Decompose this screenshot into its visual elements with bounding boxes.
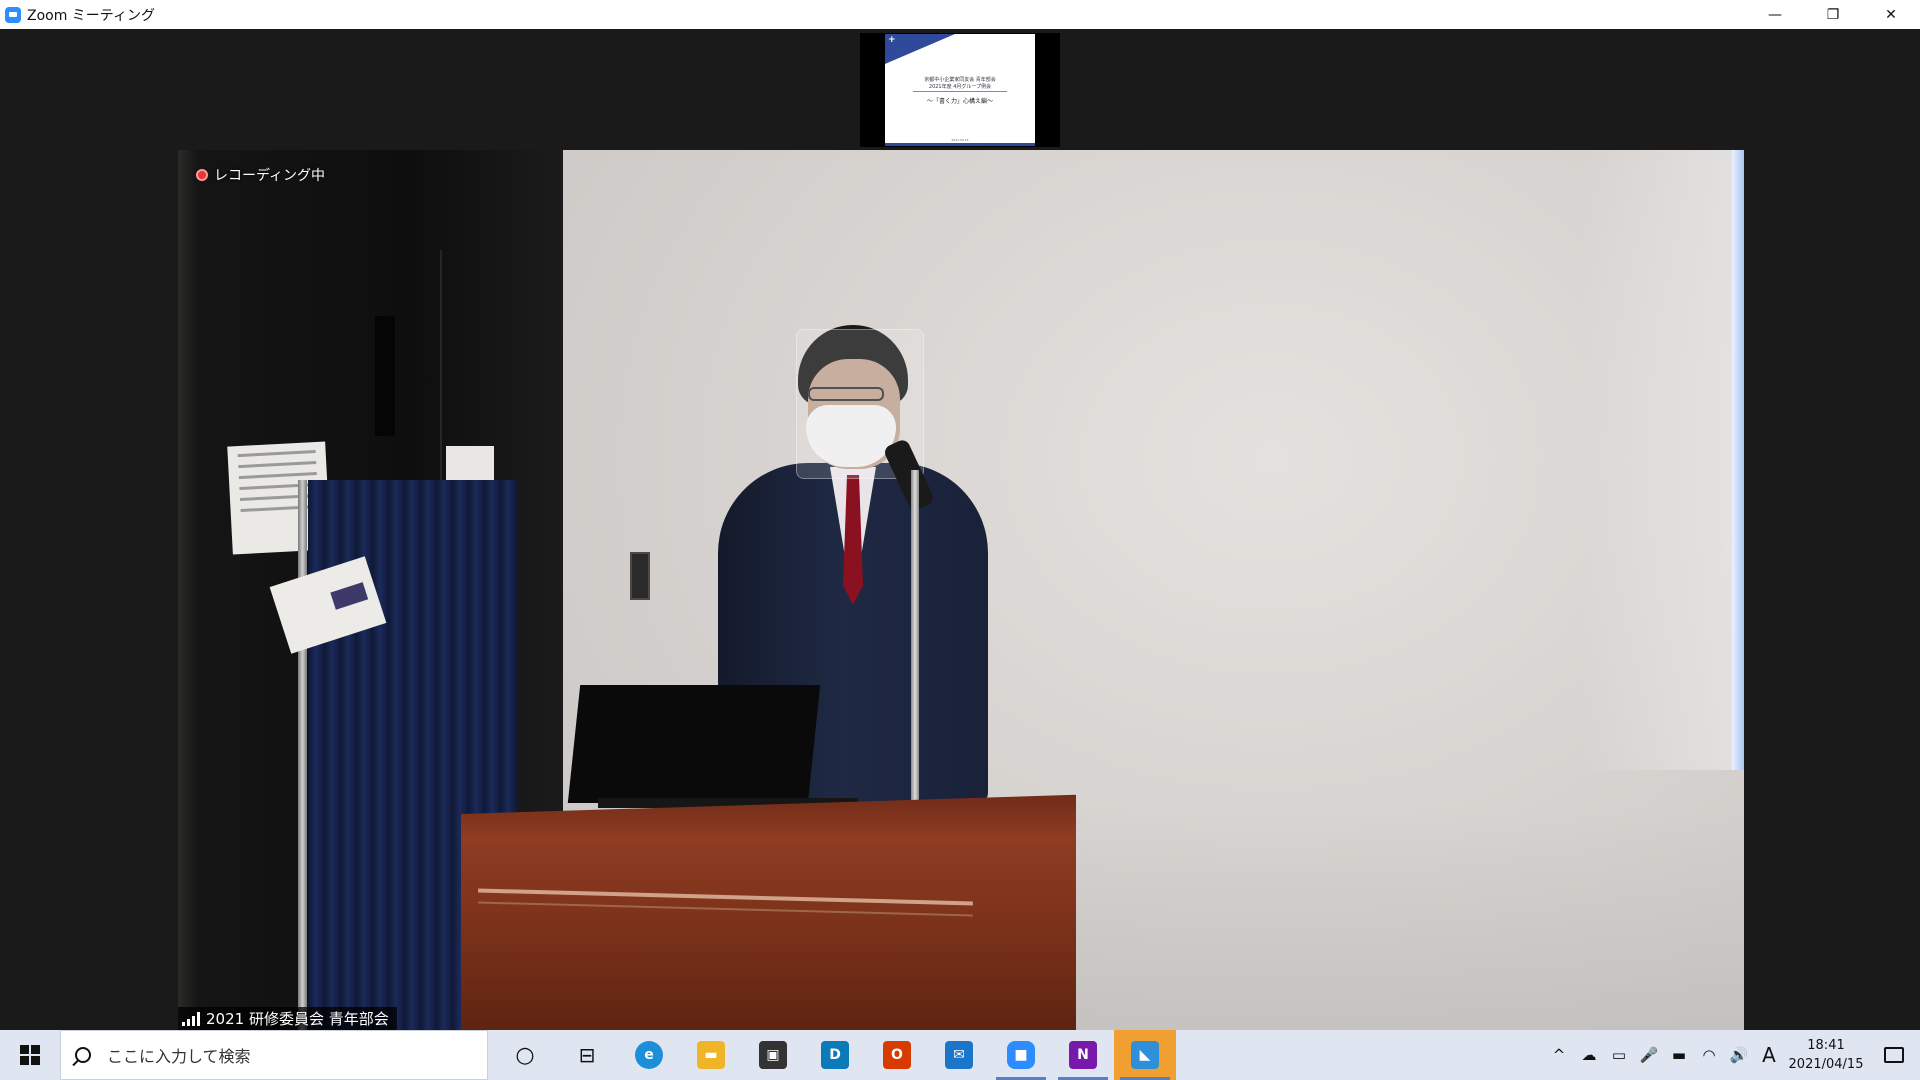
recording-label: レコーディング中 [214,168,326,184]
dell-icon: D [821,1041,849,1069]
edge-button[interactable]: e [618,1030,680,1080]
store-icon: ▣ [759,1041,787,1069]
signal-strength-icon [182,1011,200,1026]
slide-org-line: 京都中小企業家同友会 青年部会 [924,77,996,83]
plus-icon: + [888,35,896,45]
onedrive-icon[interactable]: ☁ [1574,1030,1604,1080]
office-button[interactable]: O [866,1030,928,1080]
active-speaker-video[interactable]: レコーディング中 2021 研修委員会 青年部会 [178,150,1744,1030]
mic-stand [911,470,919,850]
notification-icon [1884,1047,1904,1063]
zoom-icon: ■ [1007,1041,1035,1069]
ime-icon[interactable]: A [1754,1030,1784,1080]
laptop [567,685,821,803]
battery-icon[interactable]: ▬ [1664,1030,1694,1080]
recording-indicator[interactable]: レコーディング中 [196,165,325,185]
slide-preview: + 京都中小企業家同友会 青年部会 2021年度 4月グループ例会 〜「書く力」… [885,34,1035,146]
volume-icon[interactable]: 🔊 [1724,1030,1754,1080]
file-explorer-button[interactable]: ▬ [680,1030,742,1080]
minimize-button[interactable]: — [1746,0,1804,29]
edge-icon: e [635,1041,663,1069]
slide-bottom-bar [885,143,1035,146]
chevron-up-icon[interactable]: ^ [1544,1030,1574,1080]
onenote-icon: N [1069,1041,1097,1069]
close-button[interactable]: ✕ [1862,0,1920,29]
door-handle [375,316,395,436]
restore-button[interactable]: ❐ [1804,0,1862,29]
clock[interactable]: 18:41 2021/04/15 [1784,1036,1868,1074]
task-view-icon: ⊟ [578,1043,596,1067]
slide-date: 2021.04.15 [951,138,969,142]
clock-time: 18:41 [1807,1038,1845,1053]
dell-button[interactable]: D [804,1030,866,1080]
file-explorer-icon: ▬ [697,1041,725,1069]
office-icon: O [883,1041,911,1069]
slide-event-line: 2021年度 4月グループ例会 [928,84,992,90]
cortana-button[interactable]: ○ [494,1030,556,1080]
windows-taskbar: ここに入力して検索 ○ ⊟ e ▬ ▣ D O ✉ ■ N ◣ ^ ☁ ▭ 🎤 … [0,1030,1920,1080]
onenote-button[interactable]: N [1052,1030,1114,1080]
window-controls: — ❐ ✕ [1746,0,1920,29]
system-tray: ^ ☁ ▭ 🎤 ▬ ◠ 🔊 A 18:41 2021/04/15 [1544,1030,1920,1080]
photos-button[interactable]: ◣ [1114,1030,1176,1080]
window-title: Zoom ミーティング [27,7,155,24]
meeting-area: + 京都中小企業家同友会 青年部会 2021年度 4月グループ例会 〜「書く力」… [0,29,1920,1030]
search-placeholder: ここに入力して検索 [107,1047,251,1066]
microphone-icon[interactable]: 🎤 [1634,1030,1664,1080]
search-icon [75,1047,91,1063]
wall-switch [630,552,650,600]
shared-screen-thumbnail[interactable]: + 京都中小企業家同友会 青年部会 2021年度 4月グループ例会 〜「書く力」… [860,33,1060,147]
slide-subtitle: 〜「書く力」心構え編〜 [926,98,993,105]
projector-screen-edge [1732,150,1744,770]
clock-date: 2021/04/15 [1788,1057,1864,1072]
meet-now-icon[interactable]: ▭ [1604,1030,1634,1080]
action-center-button[interactable] [1868,1030,1920,1080]
zoom-app-icon [5,6,21,23]
task-view-button[interactable]: ⊟ [556,1030,618,1080]
zoom-button[interactable]: ■ [990,1030,1052,1080]
video-light [1582,150,1732,770]
participant-name-tag: 2021 研修委員会 青年部会 [178,1007,397,1030]
cortana-icon: ○ [515,1042,535,1068]
taskbar-search[interactable]: ここに入力して検索 [60,1030,488,1080]
participant-name: 2021 研修委員会 青年部会 [206,1010,389,1028]
wifi-icon[interactable]: ◠ [1694,1030,1724,1080]
mail-icon: ✉ [945,1041,973,1069]
mail-button[interactable]: ✉ [928,1030,990,1080]
slide-divider [913,91,1007,92]
photos-icon: ◣ [1131,1041,1159,1069]
store-button[interactable]: ▣ [742,1030,804,1080]
record-icon [196,169,208,181]
pinned-apps: ○ ⊟ e ▬ ▣ D O ✉ ■ N ◣ [494,1030,1176,1080]
wall-sign [446,446,494,482]
curtain-pole [298,480,307,1030]
start-button[interactable] [0,1030,60,1080]
title-bar: Zoom ミーティング — ❐ ✕ [0,0,1920,29]
windows-icon [20,1045,40,1065]
